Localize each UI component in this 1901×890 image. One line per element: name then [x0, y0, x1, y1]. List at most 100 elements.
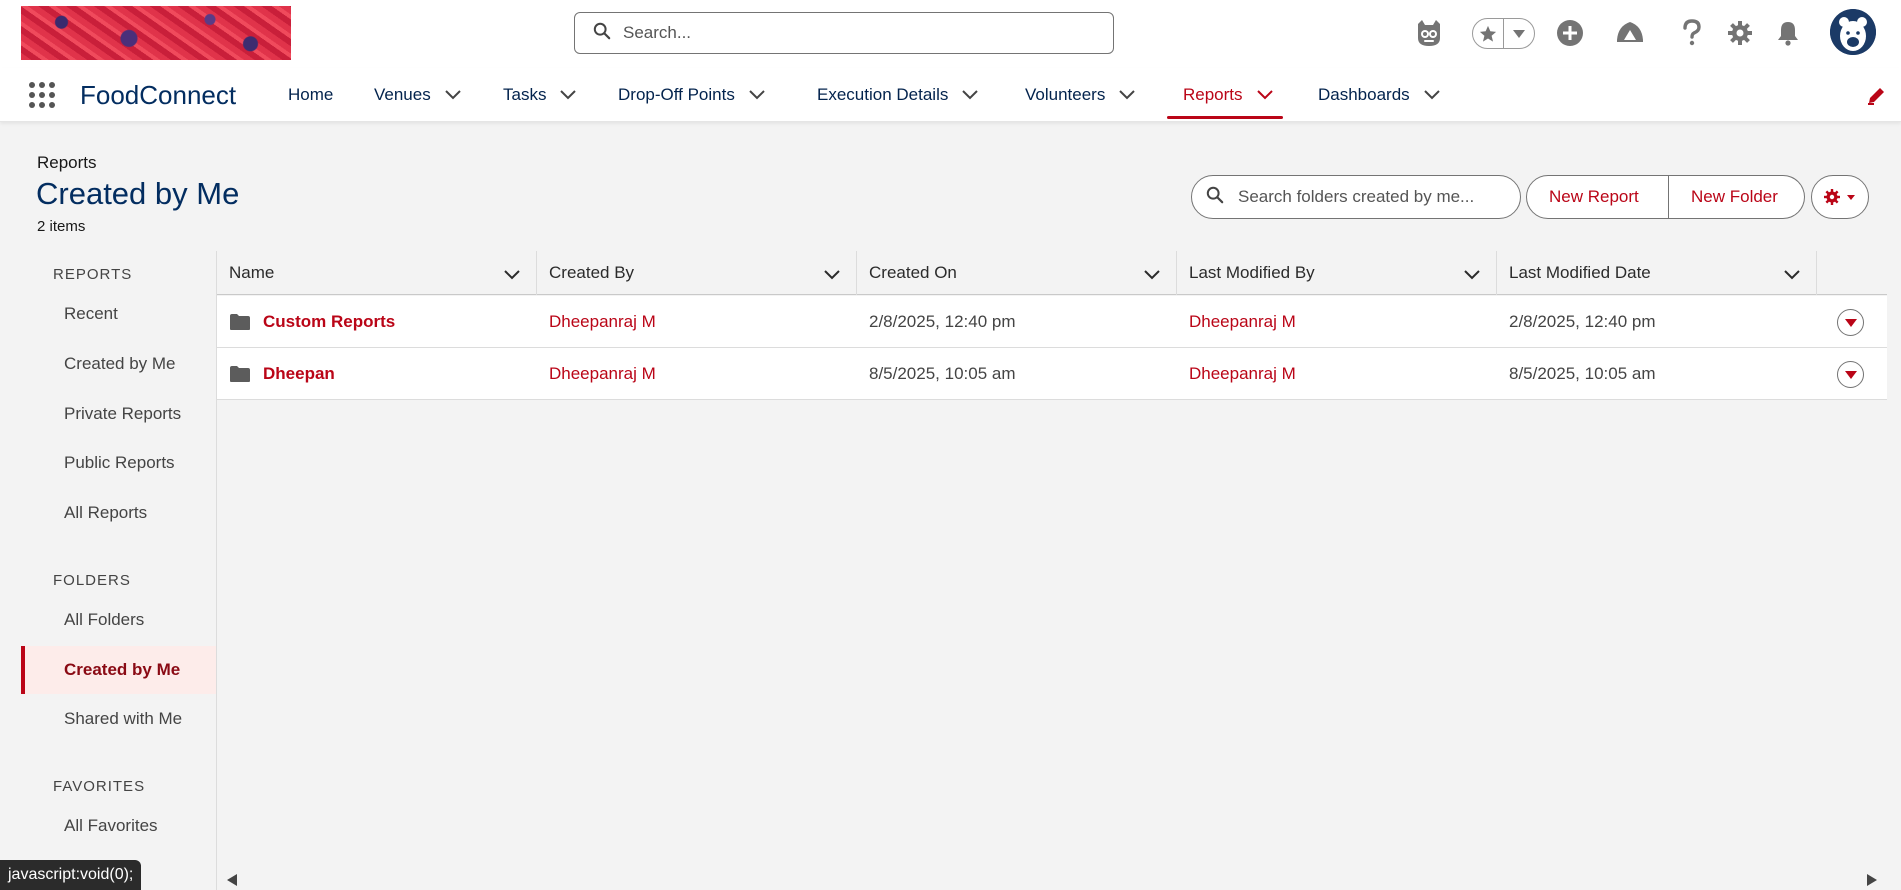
folder-search-input[interactable]	[1238, 187, 1508, 207]
global-search-input[interactable]	[623, 23, 1103, 43]
setup-gear-icon[interactable]	[1724, 17, 1756, 49]
nav-item-label: Dashboards	[1318, 85, 1410, 104]
table-row: Custom Reports Dheepanraj M 2/8/2025, 12…	[217, 296, 1887, 348]
modified-by-link[interactable]: Dheepanraj M	[1189, 296, 1296, 348]
favorites-group	[1472, 18, 1535, 49]
name-cell: Dheepan	[229, 348, 335, 400]
nav-item-label: Home	[288, 85, 334, 104]
search-icon	[593, 22, 611, 45]
created-by-link[interactable]: Dheepanraj M	[549, 296, 656, 348]
help-icon[interactable]	[1676, 17, 1708, 49]
nav-item-label: Volunteers	[1025, 85, 1106, 104]
scroll-right-arrow-icon[interactable]	[1867, 873, 1877, 890]
sidebar-item-shared-with-me[interactable]: Shared with Me	[21, 695, 216, 743]
search-icon	[1206, 186, 1224, 209]
sidebar-item-public-reports[interactable]: Public Reports	[21, 439, 216, 487]
trailhead-icon[interactable]	[1614, 17, 1646, 49]
sidebar-item-created-by-me-folders[interactable]: Created by Me	[21, 646, 216, 694]
app-nav-bar: FoodConnect Home Venues Tasks Drop-Off P…	[0, 68, 1901, 122]
chevron-down-icon[interactable]	[962, 90, 979, 100]
favorites-dropdown-icon[interactable]	[1504, 19, 1534, 48]
breadcrumb: Reports	[37, 153, 97, 172]
chevron-down-icon[interactable]	[504, 265, 520, 285]
add-icon[interactable]	[1554, 17, 1586, 49]
notification-bell-icon[interactable]	[1772, 17, 1804, 49]
favorites-star-icon[interactable]	[1473, 19, 1503, 48]
column-header-label: Name	[229, 263, 275, 282]
row-action-menu-icon[interactable]	[1837, 361, 1864, 388]
created-by-link[interactable]: Dheepanraj M	[549, 348, 656, 400]
column-header-last-modified-date[interactable]: Last Modified Date	[1497, 251, 1817, 295]
org-logo[interactable]	[21, 6, 291, 60]
nav-item-volunteers[interactable]: Volunteers	[1025, 68, 1136, 122]
chevron-down-icon[interactable]	[1119, 90, 1136, 100]
edit-nav-pencil-icon[interactable]	[1866, 86, 1886, 106]
table-header: Name Created By Created On Last Modified…	[217, 251, 1887, 295]
app-name: FoodConnect	[80, 80, 237, 110]
column-header-label: Created By	[549, 263, 635, 282]
chevron-down-icon[interactable]	[1423, 90, 1440, 100]
chevron-down-icon[interactable]	[1256, 90, 1273, 100]
column-header-name[interactable]: Name	[217, 251, 537, 295]
page-title: Created by Me	[36, 176, 240, 211]
name-cell: Custom Reports	[229, 296, 395, 348]
new-folder-button[interactable]: New Folder	[1669, 175, 1805, 219]
sidebar-item-all-reports[interactable]: All Reports	[21, 489, 216, 537]
nav-item-label: Venues	[374, 85, 431, 104]
new-report-button[interactable]: New Report	[1526, 175, 1669, 219]
nav-item-home[interactable]: Home	[288, 68, 333, 122]
nav-item-label: Tasks	[503, 85, 547, 104]
sidebar-section-favorites: FAVORITES	[53, 778, 146, 795]
item-count: 2 items	[37, 218, 86, 235]
chevron-down-icon[interactable]	[1144, 265, 1160, 285]
nav-item-drop-off-points[interactable]: Drop-Off Points	[618, 68, 765, 122]
modified-date-cell: 8/5/2025, 10:05 am	[1509, 364, 1656, 383]
app-launcher-icon[interactable]	[27, 80, 57, 110]
nav-item-execution-details[interactable]: Execution Details	[817, 68, 979, 122]
folder-icon	[229, 313, 251, 331]
sidebar-item-all-folders[interactable]: All Folders	[21, 596, 216, 644]
global-search[interactable]	[574, 12, 1114, 54]
created-on-cell: 8/5/2025, 10:05 am	[869, 364, 1016, 383]
column-header-label: Last Modified Date	[1509, 263, 1651, 282]
folder-link[interactable]: Custom Reports	[263, 312, 395, 332]
nav-item-reports[interactable]: Reports	[1167, 68, 1283, 122]
nav-item-tasks[interactable]: Tasks	[503, 68, 577, 122]
einstein-icon[interactable]	[1413, 17, 1445, 49]
chevron-down-icon[interactable]	[1464, 265, 1480, 285]
scroll-left-arrow-icon[interactable]	[227, 873, 237, 890]
chevron-down-icon[interactable]	[560, 90, 577, 100]
nav-item-venues[interactable]: Venues	[374, 68, 461, 122]
column-header-label: Last Modified By	[1189, 263, 1315, 282]
action-button-group: New Report New Folder	[1526, 175, 1805, 219]
sidebar-item-created-by-me-reports[interactable]: Created by Me	[21, 340, 216, 388]
chevron-down-icon[interactable]	[749, 90, 765, 100]
nav-item-label: Drop-Off Points	[618, 85, 735, 104]
nav-item-dashboards[interactable]: Dashboards	[1318, 68, 1440, 122]
settings-menu-button[interactable]	[1811, 175, 1869, 219]
chevron-down-icon[interactable]	[1784, 265, 1800, 285]
folder-icon	[229, 365, 251, 383]
status-bar-url: javascript:void(0);	[0, 860, 142, 890]
table-row: Dheepan Dheepanraj M 8/5/2025, 10:05 am …	[217, 348, 1887, 400]
column-header-last-modified-by[interactable]: Last Modified By	[1177, 251, 1497, 295]
chevron-down-icon[interactable]	[445, 90, 461, 100]
column-header-created-by[interactable]: Created By	[537, 251, 857, 295]
modified-by-link[interactable]: Dheepanraj M	[1189, 348, 1296, 400]
sidebar-item-all-favorites[interactable]: All Favorites	[21, 802, 216, 850]
sidebar-section-folders: FOLDERS	[53, 572, 131, 589]
folders-table: Name Created By Created On Last Modified…	[217, 251, 1887, 871]
chevron-down-icon[interactable]	[824, 265, 840, 285]
sidebar-section-reports: REPORTS	[53, 266, 133, 283]
folder-search[interactable]	[1191, 175, 1521, 219]
nav-item-label: Execution Details	[817, 85, 949, 104]
folder-link[interactable]: Dheepan	[263, 364, 335, 384]
row-action-menu-icon[interactable]	[1837, 309, 1864, 336]
created-on-cell: 2/8/2025, 12:40 pm	[869, 312, 1016, 331]
sidebar-item-private-reports[interactable]: Private Reports	[21, 390, 216, 438]
reports-sidebar: REPORTS Recent Created by Me Private Rep…	[21, 251, 217, 890]
sidebar-item-recent[interactable]: Recent	[21, 290, 216, 338]
user-avatar[interactable]	[1830, 9, 1876, 55]
column-header-created-on[interactable]: Created On	[857, 251, 1177, 295]
horizontal-scrollbar[interactable]	[217, 868, 1887, 890]
